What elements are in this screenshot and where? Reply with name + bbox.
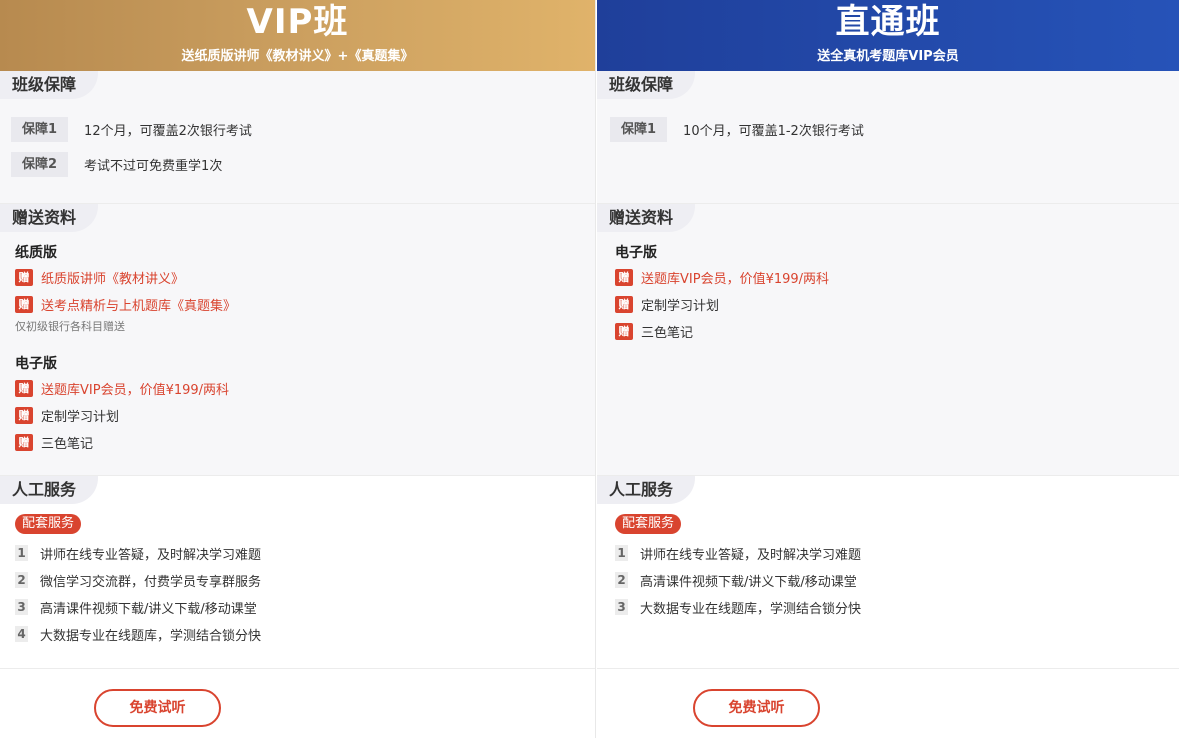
gift-item: 赠 送考点精析与上机题库《真题集》 — [15, 295, 237, 314]
guarantee-text: 考试不过可免费重学1次 — [84, 159, 223, 174]
vip-guarantee-heading: 班级保障 — [0, 71, 99, 99]
service-item: 1 讲师在线专业答疑，及时解决学习难题 — [15, 544, 262, 563]
service-number: 3 — [15, 599, 28, 615]
service-text: 大数据专业在线题库，学测结合锁分快 — [40, 628, 262, 644]
direct-title: 直通班 — [835, 2, 941, 42]
gift-text: 三色笔记 — [641, 325, 694, 341]
gift-icon: 赠 — [15, 268, 33, 286]
gift-icon: 赠 — [615, 295, 633, 313]
direct-header: 直通班 送全真机考题库VIP会员 — [597, 0, 1179, 71]
guarantee-badge: 保障1 — [610, 117, 668, 142]
service-number: 3 — [615, 599, 628, 615]
service-number: 2 — [15, 572, 28, 588]
service-item: 3 高清课件视频下载/讲义下载/移动课堂 — [15, 598, 257, 617]
service-text: 微信学习交流群，付费学员专享群服务 — [40, 574, 262, 590]
gift-icon: 赠 — [15, 433, 33, 451]
gift-text: 定制学习计划 — [41, 409, 120, 425]
gift-item: 赠 送题库VIP会员，价值¥199/两科 — [615, 268, 830, 287]
vip-gifts-section: 赠送资料 纸质版 赠 纸质版讲师《教材讲义》 赠 送考点精析与上机题库《真题集》… — [0, 204, 595, 476]
digital-version-title: 电子版 — [15, 356, 57, 372]
service-pill: 配套服务 — [15, 514, 82, 534]
direct-guarantee-heading: 班级保障 — [597, 71, 696, 99]
direct-free-trial-button[interactable]: 免费试听 — [693, 689, 820, 727]
vip-service-heading: 人工服务 — [0, 476, 99, 504]
vip-column: VIP班 送纸质版讲师《教材讲义》+《真题集》 班级保障 保障1 12个月，可覆… — [0, 0, 596, 738]
gift-text: 三色笔记 — [41, 436, 94, 452]
gift-text: 纸质版讲师《教材讲义》 — [41, 271, 185, 287]
vip-service-section: 人工服务 配套服务 1 讲师在线专业答疑，及时解决学习难题 2 微信学习交流群，… — [0, 476, 595, 669]
service-text: 高清课件视频下载/讲义下载/移动课堂 — [40, 601, 257, 617]
gift-text: 定制学习计划 — [641, 298, 720, 314]
service-item: 1 讲师在线专业答疑，及时解决学习难题 — [615, 544, 862, 563]
paper-note: 仅初级银行各科目赠送 — [15, 320, 125, 333]
service-number: 2 — [615, 572, 628, 588]
gift-icon: 赠 — [615, 322, 633, 340]
service-text: 讲师在线专业答疑，及时解决学习难题 — [40, 547, 262, 563]
service-number: 1 — [615, 545, 628, 561]
service-text: 大数据专业在线题库，学测结合锁分快 — [640, 601, 862, 617]
direct-column: 直通班 送全真机考题库VIP会员 班级保障 保障1 10个月，可覆盖1-2次银行… — [597, 0, 1179, 738]
gift-text: 送题库VIP会员，价值¥199/两科 — [641, 271, 830, 287]
direct-service-heading: 人工服务 — [597, 476, 696, 504]
gift-icon: 赠 — [15, 406, 33, 424]
digital-version-title: 电子版 — [615, 245, 657, 261]
direct-gifts-section: 赠送资料 电子版 赠 送题库VIP会员，价值¥199/两科 赠 定制学习计划 赠… — [597, 204, 1179, 476]
gift-item: 赠 三色笔记 — [15, 433, 94, 452]
direct-service-section: 人工服务 配套服务 1 讲师在线专业答疑，及时解决学习难题 2 高清课件视频下载… — [597, 476, 1179, 669]
gift-icon: 赠 — [615, 268, 633, 286]
vip-guarantee-row: 保障1 12个月，可覆盖2次银行考试 — [11, 117, 252, 142]
guarantee-badge: 保障2 — [11, 152, 69, 177]
vip-gifts-heading: 赠送资料 — [0, 204, 99, 232]
service-number: 4 — [15, 626, 28, 642]
direct-gifts-heading: 赠送资料 — [597, 204, 696, 232]
service-item: 3 大数据专业在线题库，学测结合锁分快 — [615, 598, 862, 617]
guarantee-badge: 保障1 — [11, 117, 69, 142]
direct-subtitle: 送全真机考题库VIP会员 — [817, 49, 959, 64]
vip-title: VIP班 — [246, 2, 349, 42]
direct-guarantee-section: 班级保障 保障1 10个月，可覆盖1-2次银行考试 — [597, 71, 1179, 204]
service-number: 1 — [15, 545, 28, 561]
service-item: 2 微信学习交流群，付费学员专享群服务 — [15, 571, 262, 590]
service-text: 高清课件视频下载/讲义下载/移动课堂 — [640, 574, 857, 590]
gift-item: 赠 定制学习计划 — [615, 295, 720, 314]
gift-icon: 赠 — [15, 379, 33, 397]
gift-item: 赠 纸质版讲师《教材讲义》 — [15, 268, 185, 287]
guarantee-text: 12个月，可覆盖2次银行考试 — [84, 124, 252, 139]
vip-guarantee-row: 保障2 考试不过可免费重学1次 — [11, 152, 222, 177]
paper-version-title: 纸质版 — [15, 245, 57, 261]
gift-item: 赠 定制学习计划 — [15, 406, 120, 425]
service-item: 4 大数据专业在线题库，学测结合锁分快 — [15, 625, 262, 644]
vip-subtitle: 送纸质版讲师《教材讲义》+《真题集》 — [181, 49, 414, 64]
gift-text: 送题库VIP会员，价值¥199/两科 — [41, 382, 230, 398]
gift-icon: 赠 — [15, 295, 33, 313]
service-text: 讲师在线专业答疑，及时解决学习难题 — [640, 547, 862, 563]
gift-item: 赠 三色笔记 — [615, 322, 694, 341]
vip-free-trial-button[interactable]: 免费试听 — [94, 689, 221, 727]
gift-item: 赠 送题库VIP会员，价值¥199/两科 — [15, 379, 230, 398]
gift-text: 送考点精析与上机题库《真题集》 — [41, 298, 237, 314]
guarantee-text: 10个月，可覆盖1-2次银行考试 — [683, 124, 864, 139]
service-pill: 配套服务 — [615, 514, 682, 534]
direct-guarantee-row: 保障1 10个月，可覆盖1-2次银行考试 — [610, 117, 864, 142]
vip-guarantee-section: 班级保障 保障1 12个月，可覆盖2次银行考试 保障2 考试不过可免费重学1次 — [0, 71, 595, 204]
service-item: 2 高清课件视频下载/讲义下载/移动课堂 — [615, 571, 857, 590]
vip-header: VIP班 送纸质版讲师《教材讲义》+《真题集》 — [0, 0, 595, 71]
